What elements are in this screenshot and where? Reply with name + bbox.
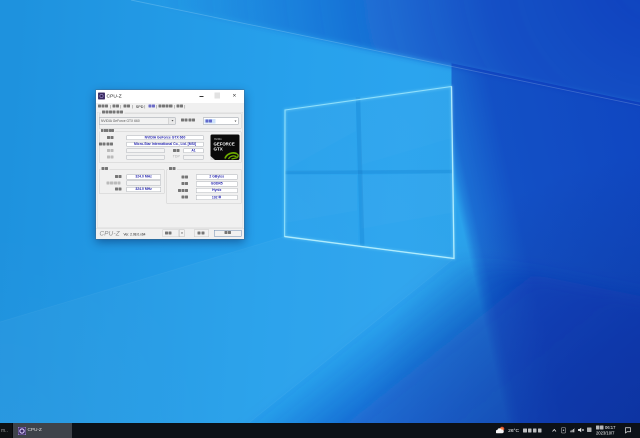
- svg-text:GTX: GTX: [213, 147, 222, 152]
